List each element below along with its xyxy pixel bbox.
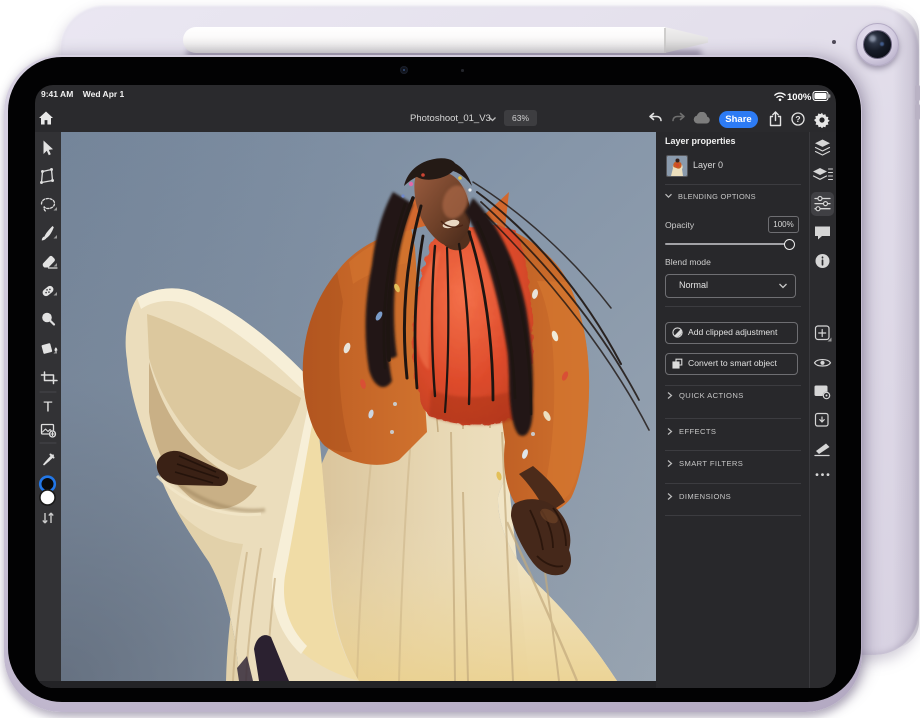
svg-text:?: ? xyxy=(795,114,800,124)
svg-text:T: T xyxy=(43,399,52,416)
